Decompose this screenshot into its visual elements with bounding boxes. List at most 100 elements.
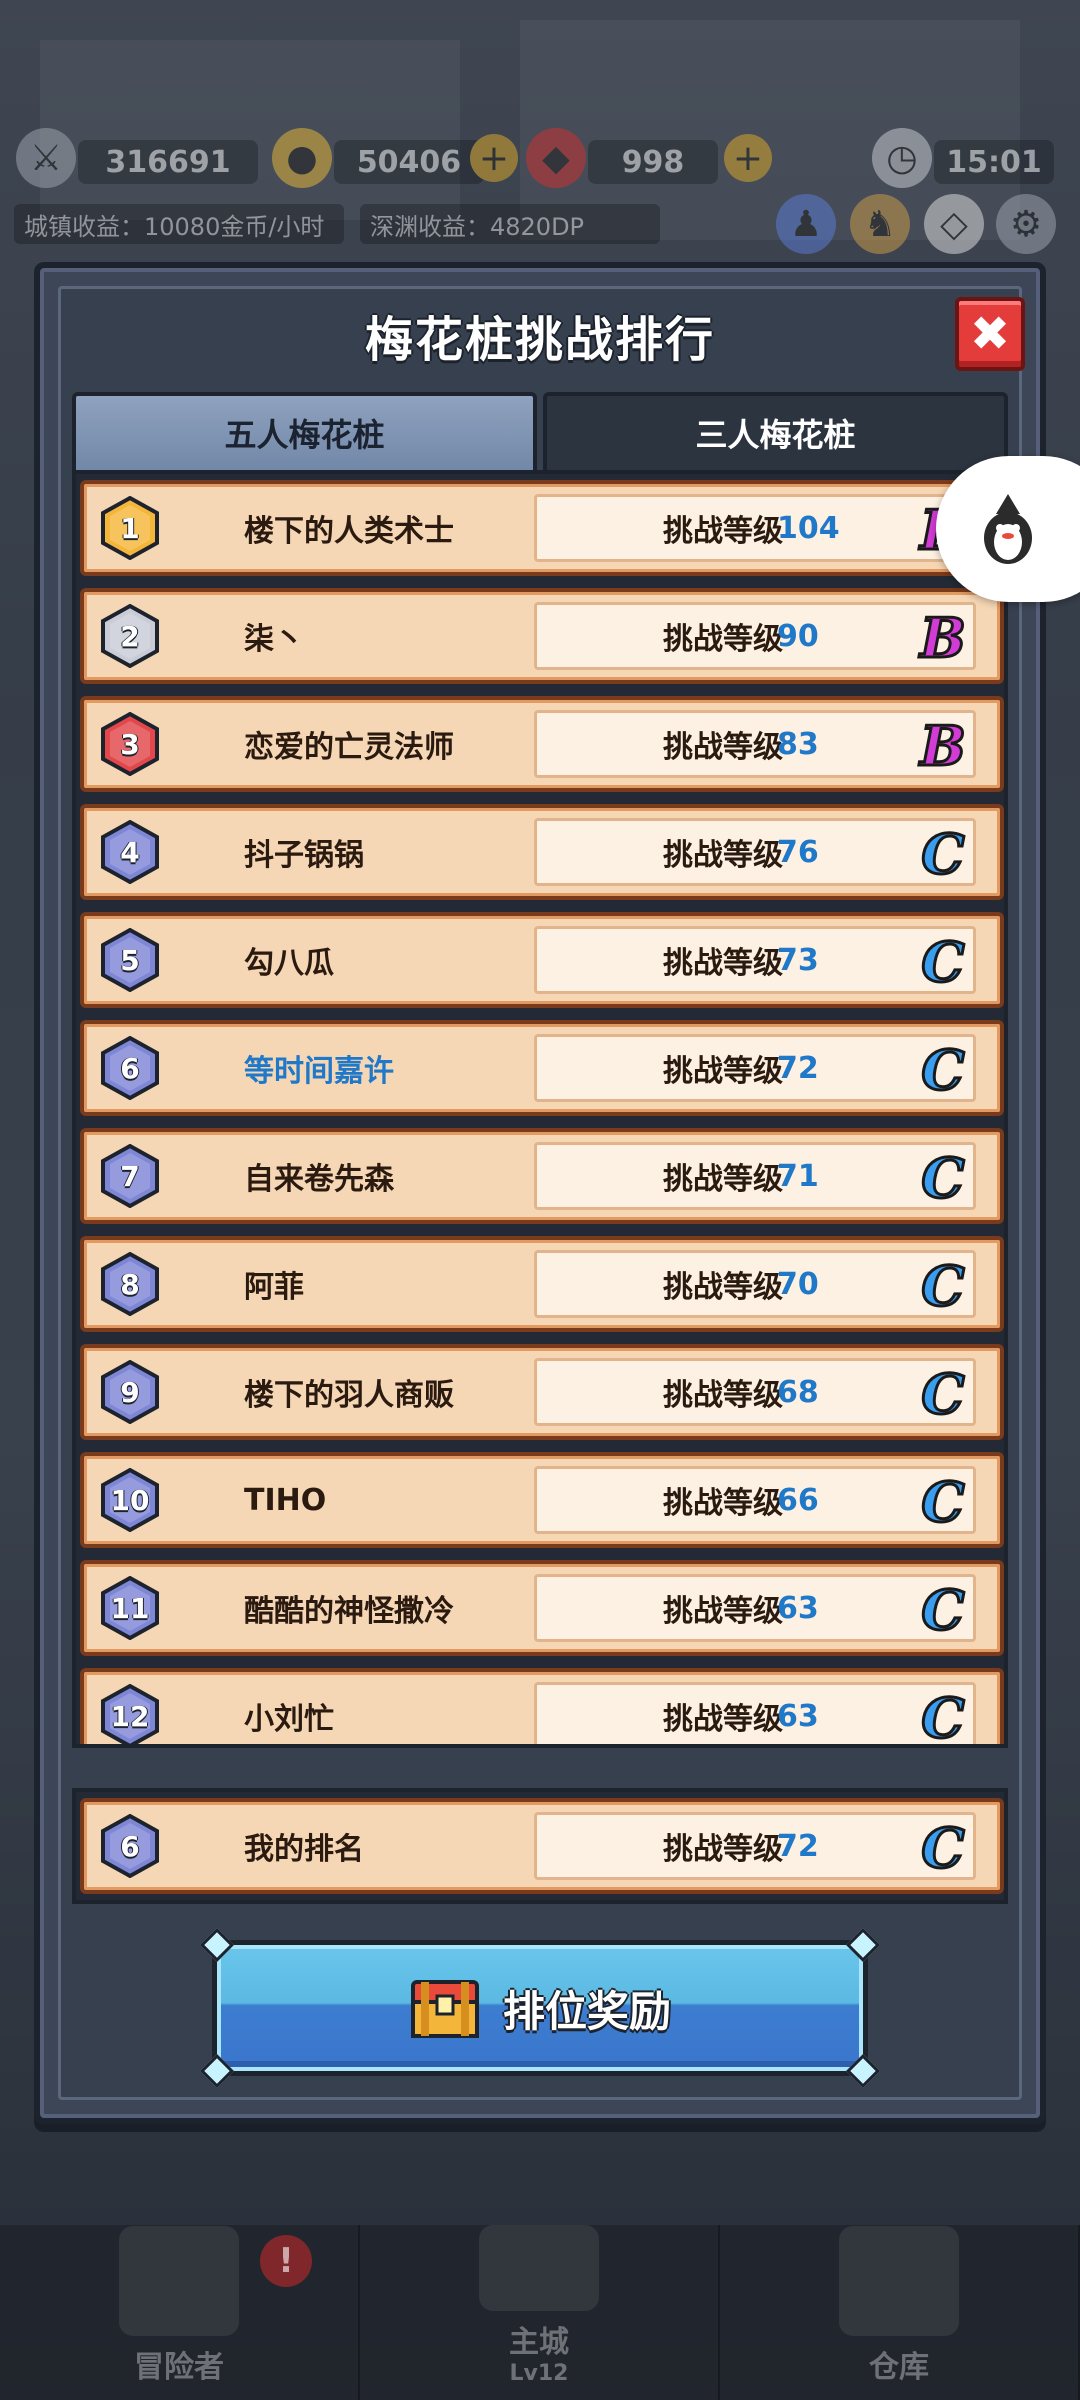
- rank-number: 9: [120, 1375, 140, 1409]
- rank-number: 4: [120, 835, 140, 869]
- grade-b-icon: B: [919, 605, 968, 672]
- rank-badge-icon: 6: [100, 1036, 160, 1100]
- level-box: 挑战等级 73 C: [534, 926, 976, 996]
- level-box: 挑战等级 83 B: [534, 710, 976, 780]
- rank-badge-icon: 3: [100, 712, 160, 776]
- grade-c-icon: C: [920, 1685, 966, 1748]
- level-label: 挑战等级: [663, 1702, 783, 1737]
- level-box: 挑战等级 76 C: [534, 818, 976, 888]
- level-box: 挑战等级104B: [534, 494, 976, 564]
- level-label: 挑战等级: [663, 1594, 783, 1629]
- rank-number: 2: [120, 619, 140, 653]
- nav-warehouse[interactable]: 仓库: [720, 2225, 1080, 2400]
- ranking-row[interactable]: 11 酷酷的神怪撒冷 挑战等级 63 C: [80, 1560, 1004, 1656]
- level-label: 挑战等级: [663, 1054, 783, 1089]
- level-label: 挑战等级: [663, 1486, 783, 1521]
- ranking-row[interactable]: 2 柒丶 挑战等级 90 B: [80, 588, 1004, 684]
- nav-adventurer[interactable]: 冒险者 !: [0, 2225, 360, 2400]
- level-label: 挑战等级: [663, 1270, 783, 1305]
- level-box: 挑战等级 72 C: [534, 1812, 976, 1882]
- rank-number: 5: [120, 943, 140, 977]
- level-box: 挑战等级 66 C: [534, 1466, 976, 1536]
- level-value: 63: [777, 1698, 819, 1734]
- gold-coin-icon: ●: [272, 128, 332, 188]
- map-icon[interactable]: ◇: [924, 194, 984, 254]
- ranking-row[interactable]: 4 抖子锅锅 挑战等级 76 C: [80, 804, 1004, 900]
- level-label: 挑战等级: [663, 730, 783, 765]
- ranking-row[interactable]: 7 自来卷先森 挑战等级 71 C: [80, 1128, 1004, 1224]
- hero-icon[interactable]: ♞: [850, 194, 910, 254]
- ranking-list[interactable]: 1楼下的人类术士挑战等级104B2柒丶挑战等级90B3恋爱的亡灵法师挑战等级83…: [72, 470, 1008, 1748]
- gem-icon: ◆: [526, 128, 586, 188]
- nav-label: 主城: [509, 2325, 569, 2360]
- level-value: 73: [777, 942, 819, 978]
- grade-b-icon: B: [919, 713, 968, 780]
- rank-badge-icon: 10: [100, 1468, 160, 1532]
- adventurer-icon[interactable]: ♟: [776, 194, 836, 254]
- level-label: 挑战等级: [663, 1832, 783, 1867]
- grade-c-icon: C: [920, 929, 966, 996]
- ranking-row[interactable]: 9 楼下的羽人商贩 挑战等级 68 C: [80, 1344, 1004, 1440]
- tab-three-player[interactable]: 三人梅花桩: [543, 392, 1008, 470]
- player-name: 等时间嘉许: [244, 1054, 394, 1089]
- grade-c-icon: C: [920, 1815, 966, 1882]
- add-gem-icon[interactable]: +: [724, 134, 772, 182]
- ranking-row[interactable]: 1 楼下的人类术士 挑战等级104B: [80, 480, 1004, 576]
- level-box: 挑战等级 63 C: [534, 1682, 976, 1748]
- grade-c-icon: C: [920, 1145, 966, 1212]
- level-label: 挑战等级: [663, 622, 783, 657]
- castle-nav-icon: [479, 2225, 599, 2311]
- level-label: 挑战等级: [663, 946, 783, 981]
- nav-sublabel: Lv12: [509, 2361, 569, 2386]
- my-rank-label: 我的排名: [244, 1832, 364, 1867]
- rank-badge-icon: 1: [100, 496, 160, 560]
- alert-badge: !: [260, 2235, 312, 2287]
- bottom-navigation: 冒险者 ! 主城 Lv12 仓库: [0, 2225, 1080, 2400]
- level-box: 挑战等级 90 B: [534, 602, 976, 672]
- player-name: 自来卷先森: [244, 1162, 394, 1197]
- settings-gear-icon[interactable]: ⚙: [996, 194, 1056, 254]
- add-gold-icon[interactable]: +: [470, 134, 518, 182]
- level-label: 挑战等级: [663, 838, 783, 873]
- rank-badge-icon: 4: [100, 820, 160, 884]
- player-name: 恋爱的亡灵法师: [244, 730, 454, 765]
- rank-number: 10: [110, 1483, 150, 1517]
- rank-number: 1: [120, 511, 140, 545]
- level-value: 90: [777, 618, 819, 654]
- rank-badge-icon: 7: [100, 1144, 160, 1208]
- nav-label: 仓库: [869, 2350, 929, 2385]
- ranking-row[interactable]: 8 阿菲 挑战等级 70 C: [80, 1236, 1004, 1332]
- level-box: 挑战等级 72 C: [534, 1034, 976, 1104]
- power-value: 316691: [78, 140, 258, 184]
- nav-label: 冒险者: [134, 2350, 224, 2385]
- grade-c-icon: C: [920, 1469, 966, 1536]
- rank-badge-icon: 6: [100, 1814, 160, 1878]
- top-hud: ⚔ 316691 ● 50406 + ◆ 998 + ◷ 15:01 城镇收益：…: [0, 0, 1080, 260]
- floating-assistant-bubble[interactable]: [936, 456, 1080, 602]
- reward-button-label: 排位奖励: [502, 1986, 671, 2036]
- rank-reward-button[interactable]: 排位奖励: [200, 1928, 880, 2088]
- player-name: 小刘忙: [244, 1702, 334, 1737]
- gem-value: 998: [588, 140, 718, 184]
- ranking-row[interactable]: 3 恋爱的亡灵法师 挑战等级 83 B: [80, 696, 1004, 792]
- player-name: 阿菲: [244, 1270, 304, 1305]
- clock-value: 15:01: [934, 140, 1054, 184]
- level-label: 挑战等级: [663, 1162, 783, 1197]
- my-rank-section: 6 我的排名 挑战等级 72 C: [72, 1788, 1008, 1904]
- ranking-row[interactable]: 12 小刘忙 挑战等级 63 C: [80, 1668, 1004, 1748]
- nav-main-city[interactable]: 主城 Lv12: [360, 2225, 720, 2400]
- ranking-row[interactable]: 10 TIHO 挑战等级 66 C: [80, 1452, 1004, 1548]
- level-box: 挑战等级 63 C: [534, 1574, 976, 1644]
- player-name: 抖子锅锅: [244, 838, 364, 873]
- rank-badge-icon: 9: [100, 1360, 160, 1424]
- level-value: 76: [777, 834, 819, 870]
- close-button[interactable]: ✖: [955, 297, 1025, 371]
- level-value: 68: [777, 1374, 819, 1410]
- level-value: 63: [777, 1590, 819, 1626]
- ranking-row[interactable]: 6 等时间嘉许 挑战等级 72 C: [80, 1020, 1004, 1116]
- tab-five-player[interactable]: 五人梅花桩: [72, 392, 537, 470]
- level-box: 挑战等级 68 C: [534, 1358, 976, 1428]
- penguin-pet-icon: [984, 494, 1032, 564]
- player-name: 勾八瓜: [244, 946, 334, 981]
- ranking-row[interactable]: 5 勾八瓜 挑战等级 73 C: [80, 912, 1004, 1008]
